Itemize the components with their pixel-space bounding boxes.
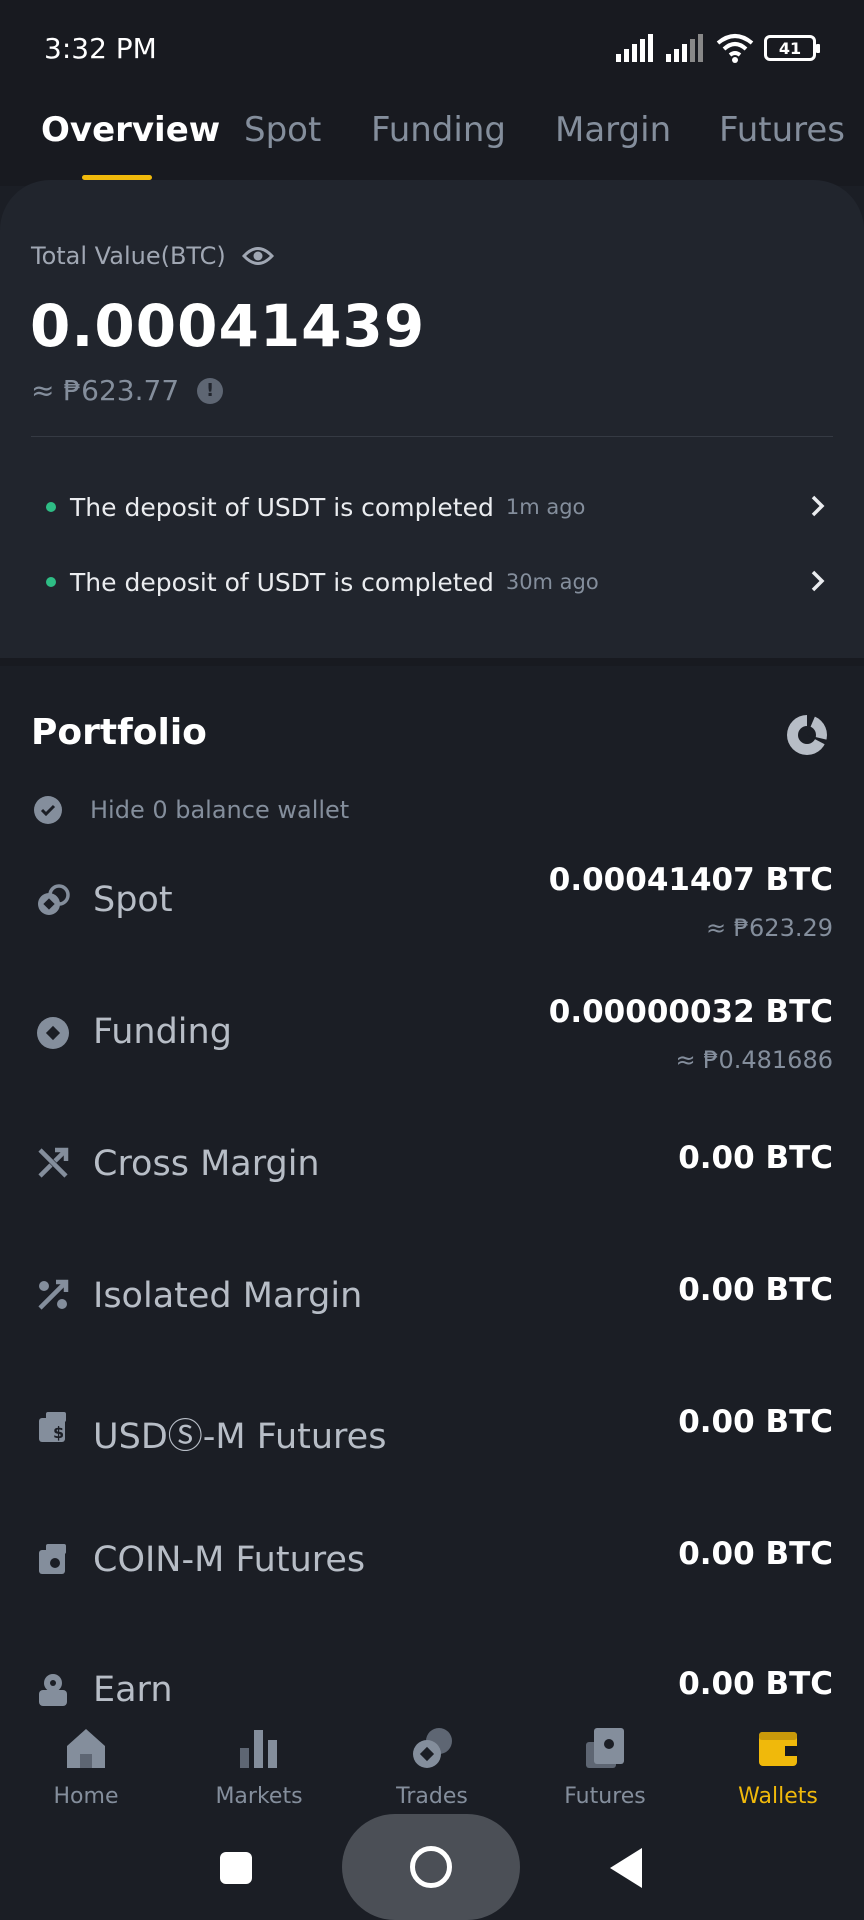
hide-zero-balance-toggle[interactable]: Hide 0 balance wallet xyxy=(34,796,349,824)
notice-text: The deposit of USDT is completed xyxy=(70,492,494,522)
wallet-name: Funding xyxy=(93,1012,232,1052)
total-value-label: Total Value(BTC) xyxy=(31,242,226,270)
home-icon xyxy=(67,1729,105,1768)
wallets-icon xyxy=(759,1732,797,1766)
back-icon[interactable] xyxy=(610,1848,642,1888)
wifi-icon xyxy=(716,34,754,63)
status-dot xyxy=(46,577,56,587)
wallet-row-isolated-margin[interactable]: Isolated Margin 0.00 BTC xyxy=(0,1256,864,1366)
chevron-right-icon xyxy=(811,570,825,592)
nav-wallets[interactable]: Wallets xyxy=(708,1726,848,1809)
signal-icon xyxy=(666,34,703,62)
status-dot xyxy=(46,502,56,512)
total-fiat-value: ≈ ₱623.77 xyxy=(31,374,180,407)
wallet-name: Spot xyxy=(93,880,173,920)
wallet-row-funding[interactable]: Funding 0.00000032 BTC ≈ ₱0.481686 xyxy=(0,992,864,1102)
nav-label: Wallets xyxy=(738,1784,818,1809)
wallet-amount: 0.00 BTC xyxy=(678,1536,833,1572)
wallet-row-cross-margin[interactable]: Cross Margin 0.00 BTC xyxy=(0,1124,864,1234)
svg-text:$: $ xyxy=(53,1423,64,1442)
funding-icon xyxy=(37,1017,69,1049)
wallet-row-coin-m-futures[interactable]: COIN-M Futures 0.00 BTC xyxy=(0,1520,864,1630)
isolated-margin-icon xyxy=(38,1279,69,1310)
signal-icon xyxy=(616,34,653,62)
spot-icon xyxy=(38,884,70,915)
wallet-amount: 0.00000032 BTC xyxy=(548,994,833,1030)
notice-time: 1m ago xyxy=(505,495,586,519)
recent-apps-icon[interactable] xyxy=(220,1852,252,1884)
system-nav-bar xyxy=(0,1812,864,1920)
nav-trades[interactable]: Trades xyxy=(362,1726,502,1809)
check-circle-icon xyxy=(34,796,62,824)
nav-label: Home xyxy=(53,1784,119,1809)
tab-spot[interactable]: Spot xyxy=(244,110,321,150)
tab-funding[interactable]: Funding xyxy=(371,110,506,150)
section-divider xyxy=(0,658,864,666)
wallet-row-usds-m-futures[interactable]: $ USDⓈ-M Futures 0.00 BTC xyxy=(0,1388,864,1498)
tab-overview[interactable]: Overview xyxy=(41,110,220,150)
wallet-tabs: Overview Spot Funding Margin Futures xyxy=(0,96,864,186)
wallet-name: Cross Margin xyxy=(93,1144,320,1184)
futures-icon xyxy=(586,1728,624,1768)
tab-margin[interactable]: Margin xyxy=(555,110,671,150)
battery-icon: 41 xyxy=(764,35,820,61)
total-value-label-row: Total Value(BTC) xyxy=(31,242,274,270)
wallet-name: Isolated Margin xyxy=(93,1276,363,1316)
nav-label: Markets xyxy=(215,1784,303,1809)
chevron-right-icon xyxy=(811,495,825,517)
total-fiat-row: ≈ ₱623.77 ! xyxy=(31,374,224,407)
notice-text: The deposit of USDT is completed xyxy=(70,567,494,597)
wallet-amount: 0.00041407 BTC xyxy=(548,862,833,898)
markets-icon xyxy=(240,1730,277,1768)
wallet-amount: 0.00 BTC xyxy=(678,1140,833,1176)
nav-label: Futures xyxy=(564,1784,646,1809)
bottom-nav: Home Markets Trades Futures Wallets xyxy=(0,1708,864,1812)
wallet-fiat: ≈ ₱0.481686 xyxy=(675,1046,833,1074)
nav-home[interactable]: Home xyxy=(16,1726,156,1809)
home-circle-icon[interactable] xyxy=(410,1846,452,1888)
wallet-amount: 0.00 BTC xyxy=(678,1404,833,1440)
wallet-amount: 0.00 BTC xyxy=(678,1272,833,1308)
deposit-notice[interactable]: The deposit of USDT is completed 30m ago xyxy=(46,557,826,607)
nav-markets[interactable]: Markets xyxy=(189,1726,329,1809)
wallet-name: Earn xyxy=(93,1670,173,1708)
eye-icon[interactable] xyxy=(241,245,274,267)
status-time: 3:32 PM xyxy=(44,32,157,65)
earn-icon xyxy=(39,1674,67,1706)
coin-futures-icon xyxy=(39,1544,66,1574)
nav-futures[interactable]: Futures xyxy=(535,1726,675,1809)
portfolio-title: Portfolio xyxy=(31,712,207,753)
wallet-fiat: ≈ ₱623.29 xyxy=(706,914,833,942)
wallet-row-earn[interactable]: Earn 0.00 BTC xyxy=(0,1652,864,1708)
wallet-amount: 0.00 BTC xyxy=(678,1666,833,1702)
wallet-name: COIN-M Futures xyxy=(93,1540,366,1580)
nav-label: Trades xyxy=(396,1784,468,1809)
status-bar: 3:32 PM 41 xyxy=(0,0,864,96)
usds-futures-icon: $ xyxy=(39,1412,66,1442)
info-icon[interactable]: ! xyxy=(197,377,224,404)
deposit-notice[interactable]: The deposit of USDT is completed 1m ago xyxy=(46,482,826,532)
wallet-row-spot[interactable]: Spot 0.00041407 BTC ≈ ₱623.29 xyxy=(0,860,864,970)
overview-card: Total Value(BTC) 0.00041439 ≈ ₱623.77 ! … xyxy=(0,180,864,658)
wallet-name: USDⓈ-M Futures xyxy=(93,1417,387,1457)
divider xyxy=(31,436,833,437)
cross-margin-icon xyxy=(38,1147,69,1178)
tab-futures[interactable]: Futures xyxy=(719,110,845,150)
notice-time: 30m ago xyxy=(505,570,599,594)
status-icons: 41 xyxy=(616,30,820,66)
total-value: 0.00041439 xyxy=(30,292,426,360)
hide-zero-balance-label: Hide 0 balance wallet xyxy=(90,796,350,824)
pie-chart-icon[interactable] xyxy=(786,714,828,756)
trades-icon xyxy=(413,1728,452,1768)
